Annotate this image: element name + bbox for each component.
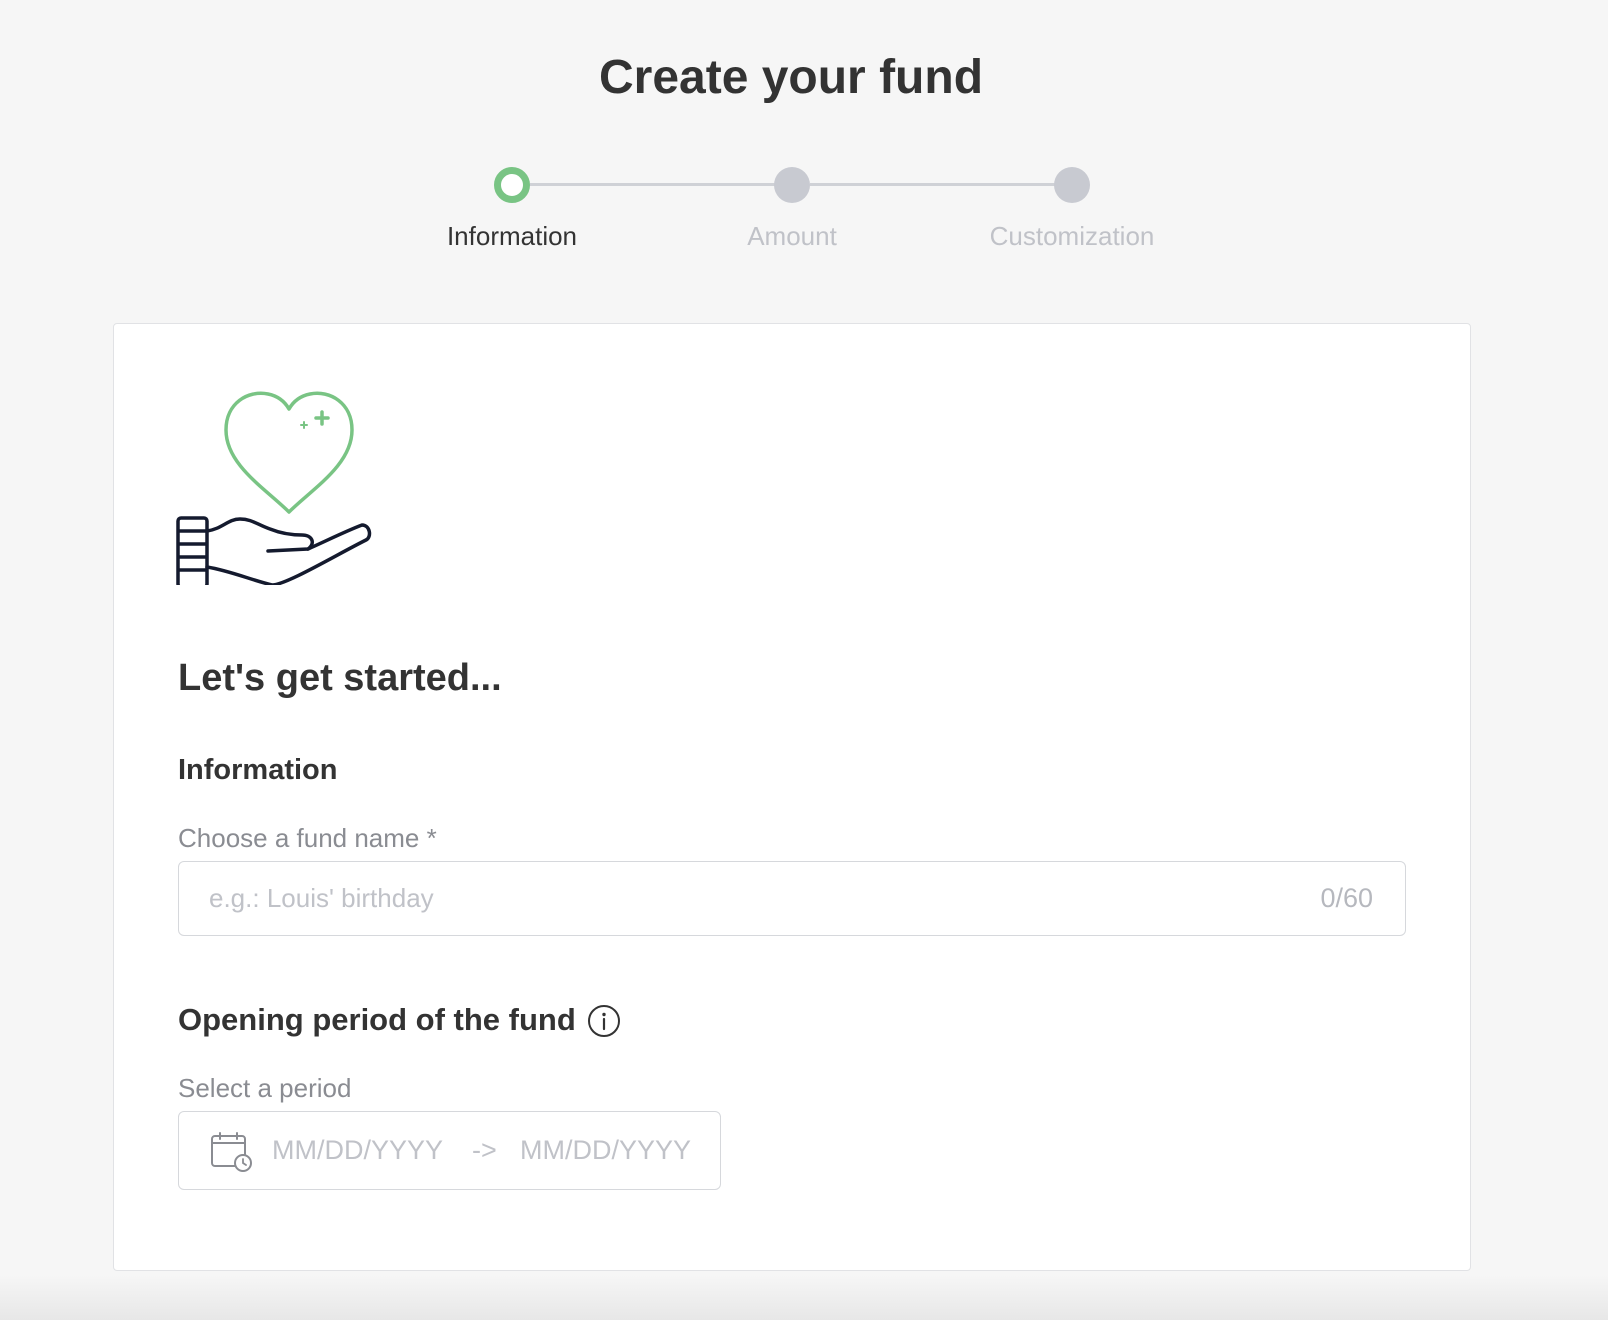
- fund-name-field[interactable]: 0/60: [178, 861, 1406, 936]
- hand-holding-heart-icon: [176, 391, 372, 585]
- period-label: Select a period: [178, 1073, 352, 1103]
- step-label-amount: Amount: [747, 221, 837, 251]
- fund-name-input[interactable]: [209, 862, 1249, 935]
- step-indicator-customization: [1054, 167, 1090, 203]
- date-range-separator: ->: [472, 1135, 497, 1165]
- opening-period-heading: Opening period of the fund: [178, 1002, 576, 1037]
- calendar-clock-icon: [211, 1132, 252, 1172]
- section-heading: Let's get started...: [178, 657, 502, 699]
- end-date-input[interactable]: MM/DD/YYYY: [520, 1135, 691, 1166]
- step-label-information: Information: [446, 221, 578, 251]
- stepper-connector: [810, 183, 1070, 186]
- step-label-customization: Customization: [989, 221, 1155, 251]
- fund-name-label: Choose a fund name *: [178, 823, 437, 853]
- step-indicator-information: [494, 167, 530, 203]
- stepper-connector: [530, 183, 790, 186]
- information-heading: Information: [178, 754, 338, 786]
- character-counter: 0/60: [1320, 883, 1373, 913]
- step-indicator-amount: [774, 167, 810, 203]
- period-date-range-picker[interactable]: MM/DD/YYYY -> MM/DD/YYYY: [178, 1111, 721, 1190]
- start-date-input[interactable]: MM/DD/YYYY: [272, 1135, 443, 1166]
- page-bottom-edge: [0, 1275, 1608, 1320]
- fund-form-card: Let's get started... Information Choose …: [113, 323, 1471, 1271]
- info-icon[interactable]: [587, 1004, 621, 1038]
- page-title: Create your fund: [598, 51, 984, 104]
